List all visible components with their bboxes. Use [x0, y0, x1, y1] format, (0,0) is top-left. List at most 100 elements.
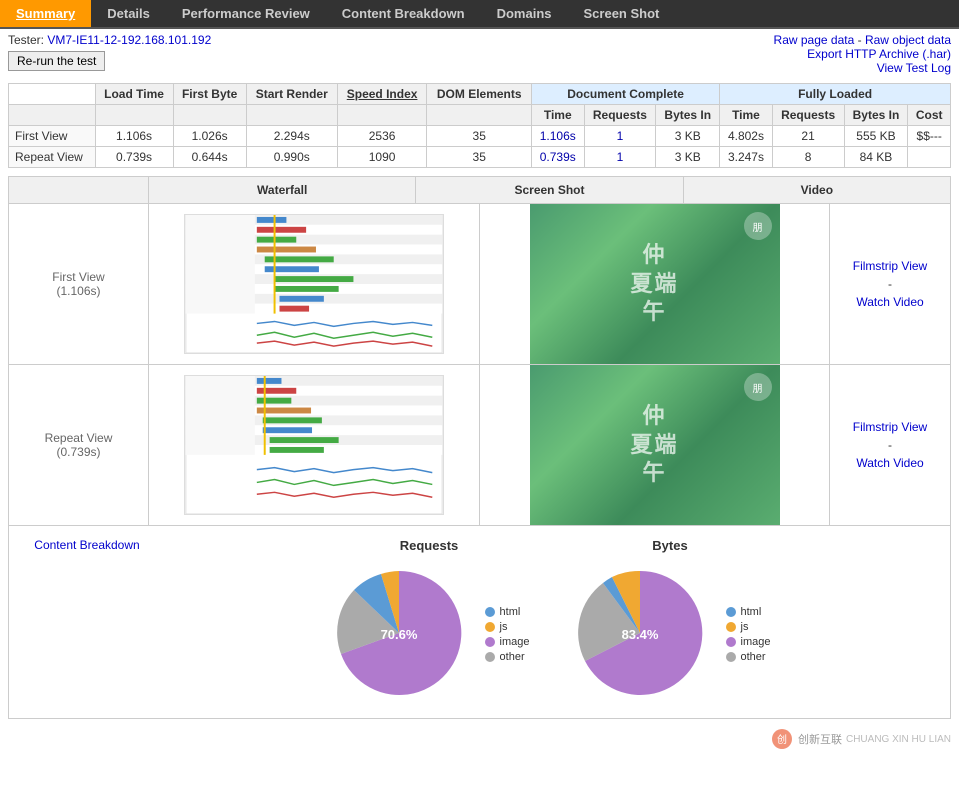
waterfall-chart-fv	[184, 214, 444, 354]
info-row: Tester: VM7-IE11-12-192.168.101.192 Re-r…	[0, 29, 959, 79]
content-breakdown-section: Content Breakdown Requests	[8, 526, 951, 719]
nav-item-domains[interactable]: Domains	[481, 0, 568, 27]
col-dom-elements: DOM Elements	[427, 84, 532, 105]
cell-fl-cost-rv	[908, 147, 951, 168]
repeat-view-screenshot: 朋 仲夏端午	[480, 365, 830, 525]
first-view-waterfall	[149, 204, 480, 364]
legend-item-html-bytes: html	[726, 606, 771, 618]
svg-text:创: 创	[777, 733, 787, 746]
cell-dc-bytes-rv: 3 KB	[656, 147, 720, 168]
requests-legend: html js image other	[485, 606, 530, 663]
repeat-view-label: Repeat View (0.739s)	[9, 365, 149, 525]
first-view-screenshot: 朋 仲夏端午	[480, 204, 830, 364]
rerun-button[interactable]: Re-run the test	[8, 51, 105, 71]
requests-title: Requests	[400, 538, 459, 553]
waterfall-chart-rv	[184, 375, 444, 515]
watch-video-link-rv[interactable]: Watch Video	[856, 456, 923, 470]
main-content: Load Time First Byte Start Render Speed …	[0, 79, 959, 723]
cell-start-render-rv: 0.990s	[246, 147, 337, 168]
cell-dc-time-fv: 1.106s	[532, 126, 585, 147]
cell-dc-time-rv: 0.739s	[532, 147, 585, 168]
legend-label-html-req: html	[500, 606, 521, 618]
legend-item-image-req: image	[485, 636, 530, 648]
nav-item-details[interactable]: Details	[91, 0, 166, 27]
footer: 创 创新互联 CHUANG XIN HU LIAN	[0, 723, 959, 755]
row-label-repeatview: Repeat View	[9, 147, 96, 168]
brand-logo-icon: 创	[770, 727, 794, 751]
cell-fl-time-fv: 4.802s	[720, 126, 773, 147]
repeat-view-video: Filmstrip View - Watch Video	[830, 365, 950, 525]
legend-label-image-bytes: image	[741, 636, 771, 648]
legend-label-js-bytes: js	[741, 621, 749, 633]
waterfall-header: Waterfall	[149, 177, 416, 203]
cell-fl-req-rv: 8	[772, 147, 844, 168]
cell-load-time-fv: 1.106s	[95, 126, 173, 147]
content-breakdown-link[interactable]: Content Breakdown	[34, 538, 139, 552]
repeat-view-row: Repeat View (0.739s)	[9, 365, 950, 525]
legend-item-other-bytes: other	[726, 651, 771, 663]
legend-dot-html-bytes	[726, 607, 736, 617]
nav-item-screen-shot[interactable]: Screen Shot	[568, 0, 676, 27]
info-left: Tester: VM7-IE11-12-192.168.101.192 Re-r…	[8, 33, 211, 71]
cell-fl-bytes-fv: 555 KB	[844, 126, 908, 147]
cell-speed-index-fv: 2536	[337, 126, 427, 147]
requests-pie-chart: 70.6%	[329, 563, 469, 706]
legend-label-js-req: js	[500, 621, 508, 633]
col-first-byte: First Byte	[173, 84, 246, 105]
repeat-view-waterfall	[149, 365, 480, 525]
brand-label: 创新互联	[798, 731, 842, 747]
tester-link[interactable]: VM7-IE11-12-192.168.101.192	[47, 33, 211, 47]
watch-video-link-fv[interactable]: Watch Video	[856, 295, 923, 309]
legend-label-image-req: image	[500, 636, 530, 648]
bytes-chart-and-legend: 83.4% html js	[570, 563, 771, 706]
legend-label-other-req: other	[500, 651, 525, 663]
legend-dot-js-req	[485, 622, 495, 632]
cell-first-byte-rv: 0.644s	[173, 147, 246, 168]
table-row: First View 1.106s 1.026s 2.294s 2536 35 …	[9, 126, 951, 147]
summary-table: Load Time First Byte Start Render Speed …	[8, 83, 951, 168]
logo-circle-rv: 朋	[744, 373, 772, 401]
nav-item-performance-review[interactable]: Performance Review	[166, 0, 326, 27]
filmstrip-view-link-rv[interactable]: Filmstrip View	[853, 420, 927, 434]
content-charts: Requests 70.6%	[157, 538, 942, 706]
table-row: Repeat View 0.739s 0.644s 0.990s 1090 35…	[9, 147, 951, 168]
col-load-time: Load Time	[95, 84, 173, 105]
legend-item-js-bytes: js	[726, 621, 771, 633]
cell-dc-req-fv: 1	[584, 126, 656, 147]
raw-page-data-link[interactable]: Raw page data	[774, 33, 855, 47]
legend-dot-html-req	[485, 607, 495, 617]
dash-fv: -	[888, 277, 892, 291]
chinese-text-fv: 仲夏端午	[631, 241, 679, 327]
view-header-row: Waterfall Screen Shot Video	[9, 177, 950, 204]
cell-fl-time-rv: 3.247s	[720, 147, 773, 168]
content-breakdown-label: Content Breakdown	[17, 538, 157, 552]
tester-label: Tester: VM7-IE11-12-192.168.101.192	[8, 33, 211, 47]
video-header: Video	[684, 177, 950, 203]
legend-item-other-req: other	[485, 651, 530, 663]
legend-item-html-req: html	[485, 606, 530, 618]
requests-chart-and-legend: 70.6% html js	[329, 563, 530, 706]
legend-dot-image-req	[485, 637, 495, 647]
bytes-chart-block: Bytes 83.4%	[570, 538, 771, 706]
cell-fl-bytes-rv: 84 KB	[844, 147, 908, 168]
cell-dom-fv: 35	[427, 126, 532, 147]
filmstrip-view-link-fv[interactable]: Filmstrip View	[853, 259, 927, 273]
screenshot-image-fv: 朋 仲夏端午	[530, 204, 780, 364]
view-test-log-link[interactable]: View Test Log	[877, 61, 951, 75]
row-label-firstview: First View	[9, 126, 96, 147]
raw-object-data-link[interactable]: Raw object data	[865, 33, 951, 47]
cell-speed-index-rv: 1090	[337, 147, 427, 168]
cell-dc-req-rv: 1	[584, 147, 656, 168]
nav-item-content-breakdown[interactable]: Content Breakdown	[326, 0, 481, 27]
cell-dom-rv: 35	[427, 147, 532, 168]
legend-item-js-req: js	[485, 621, 530, 633]
logo-circle-fv: 朋	[744, 212, 772, 240]
requests-chart-block: Requests 70.6%	[329, 538, 530, 706]
svg-text:83.4%: 83.4%	[621, 627, 658, 642]
screenshot-image-rv: 朋 仲夏端午	[530, 365, 780, 525]
nav-item-summary[interactable]: Summary	[0, 0, 91, 27]
legend-label-html-bytes: html	[741, 606, 762, 618]
export-http-link[interactable]: Export HTTP Archive (.har)	[807, 47, 951, 61]
first-view-video: Filmstrip View - Watch Video	[830, 204, 950, 364]
info-right: Raw page data - Raw object data Export H…	[774, 33, 951, 75]
